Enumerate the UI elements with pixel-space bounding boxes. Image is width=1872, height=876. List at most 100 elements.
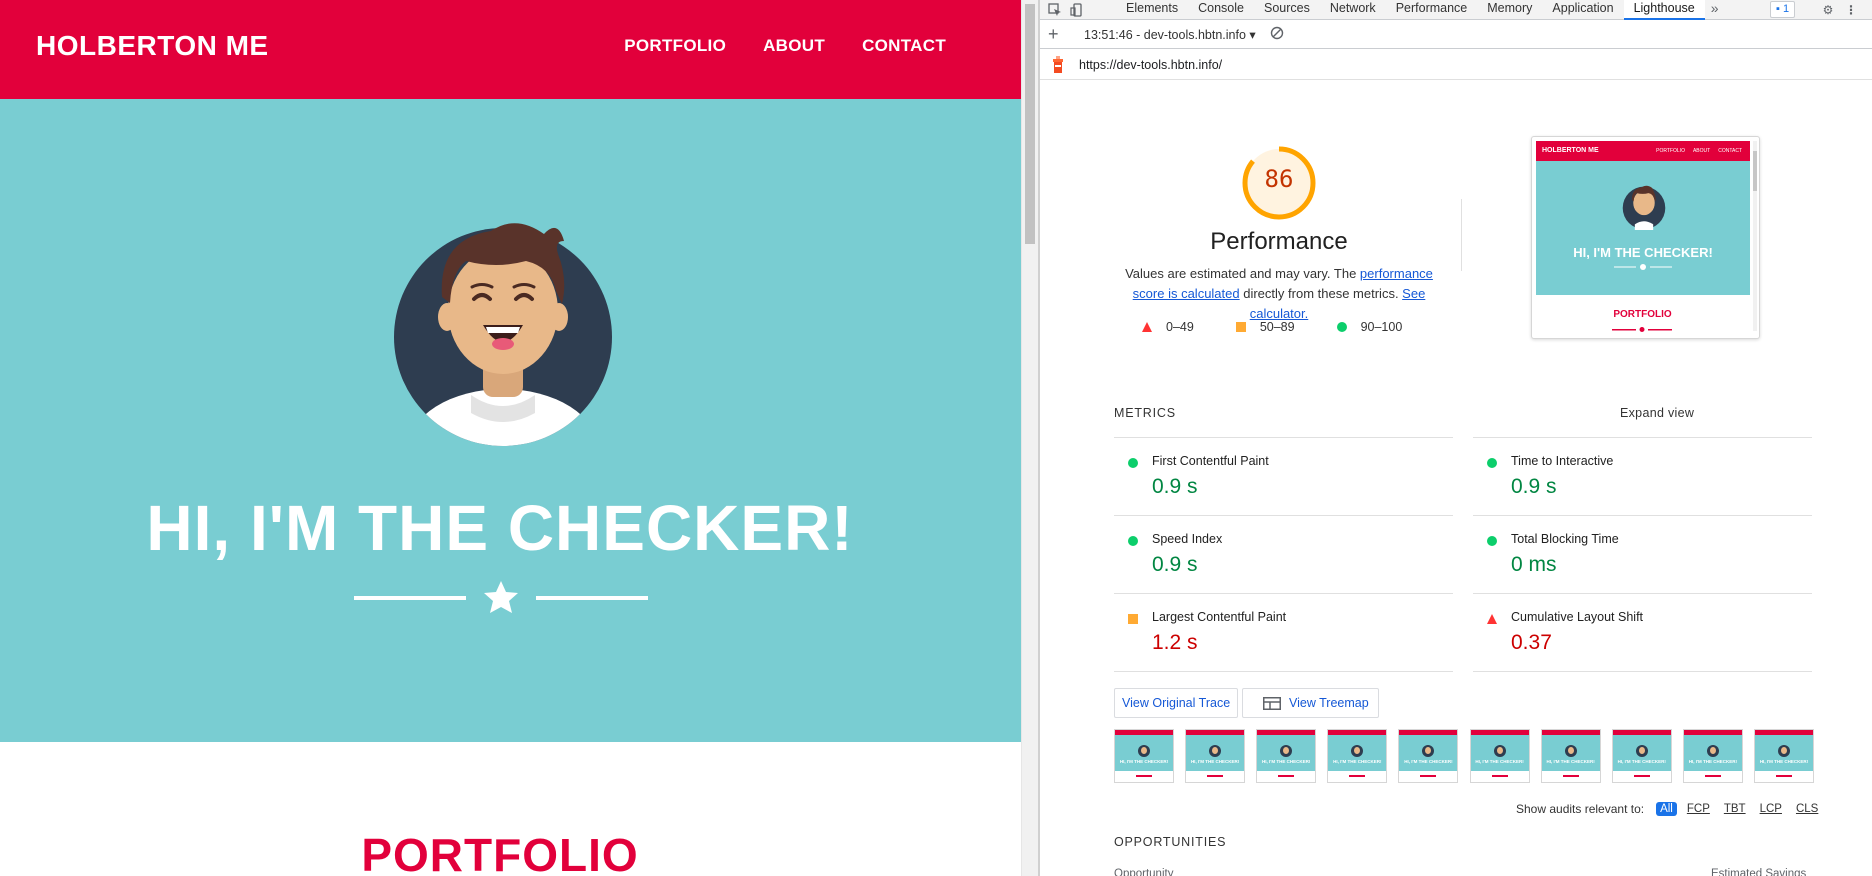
tab-elements[interactable]: Elements [1116, 0, 1188, 20]
filter-cls[interactable]: CLS [1792, 802, 1822, 816]
frame-hero: HI, I'M THE CHECKER! [1683, 735, 1742, 771]
site-nav-links: PORTFOLIO ABOUT CONTACT [624, 36, 946, 56]
frame-title: HI, I'M THE CHECKER! [1475, 759, 1524, 764]
thumb-star-divider [1614, 264, 1672, 270]
frame-hero: HI, I'M THE CHECKER! [1541, 735, 1600, 771]
final-screenshot[interactable]: HOLBERTON ME PORTFOLIO ABOUT CONTACT HI,… [1531, 136, 1760, 339]
thumb-hero: HI, I'M THE CHECKER! [1536, 161, 1750, 295]
filmstrip-frame: HI, I'M THE CHECKER! [1682, 729, 1743, 783]
tab-console[interactable]: Console [1188, 0, 1254, 20]
frame-portfolio [1704, 775, 1721, 777]
filmstrip-frame: HI, I'M THE CHECKER! [1327, 729, 1388, 783]
site-brand[interactable]: HOLBERTON ME [36, 30, 269, 62]
frame-title: HI, I'M THE CHECKER! [1333, 759, 1382, 764]
metric-tti: Time to Interactive 0.9 s [1473, 437, 1812, 515]
tab-network[interactable]: Network [1320, 0, 1386, 20]
star-divider [354, 581, 648, 613]
star-icon [484, 581, 518, 613]
thumb-scrollbar [1753, 141, 1757, 331]
view-original-trace-button[interactable]: View Original Trace [1114, 688, 1239, 718]
more-tabs-icon[interactable]: » [1705, 0, 1725, 20]
filmstrip-frame: HI, I'M THE CHECKER! [1753, 729, 1814, 783]
avatar-illustration [394, 223, 612, 446]
frame-portfolio [1420, 775, 1437, 777]
scrollbar-thumb[interactable] [1025, 4, 1035, 244]
add-report-icon[interactable]: + [1048, 23, 1059, 45]
view-treemap-button[interactable]: View Treemap [1242, 688, 1379, 718]
frame-hero: HI, I'M THE CHECKER! [1612, 735, 1671, 771]
performance-score: 86 [1264, 165, 1294, 193]
frame-portfolio [1775, 775, 1792, 777]
thumb-link: ABOUT [1692, 148, 1711, 154]
frame-portfolio [1633, 775, 1650, 777]
thumb-link: PORTFOLIO [1656, 148, 1685, 154]
site-navbar: HOLBERTON ME PORTFOLIO ABOUT CONTACT [0, 0, 1021, 99]
fail-triangle-icon [1487, 614, 1497, 624]
frame-hero: HI, I'M THE CHECKER! [1754, 735, 1813, 771]
frame-portfolio [1491, 775, 1508, 777]
pass-circle-icon [1487, 458, 1497, 468]
gauge-separator [1461, 199, 1462, 271]
hero-title: HI, I'M THE CHECKER! [146, 492, 854, 564]
legend-average-range: 50–89 [1259, 320, 1295, 334]
metric-value: 0.9 s [1511, 475, 1557, 498]
nav-link-portfolio[interactable]: PORTFOLIO [624, 36, 726, 56]
tab-memory[interactable]: Memory [1477, 0, 1542, 20]
issues-badge[interactable]: ▪ 1 [1770, 1, 1796, 18]
filmstrip-frame: HI, I'M THE CHECKER! [1256, 729, 1317, 783]
website-viewport: HOLBERTON ME PORTFOLIO ABOUT CONTACT HI,… [0, 0, 1021, 876]
inspect-element-icon[interactable] [1044, 0, 1066, 20]
thumb-portfolio-divider [1612, 327, 1672, 332]
metric-value: 0 ms [1511, 553, 1557, 576]
frame-portfolio [1349, 775, 1366, 777]
devtools-panel: Elements Console Sources Network Perform… [1040, 0, 1872, 876]
chat-icon: ▪ [1776, 3, 1780, 15]
metric-label: First Contentful Paint [1152, 454, 1269, 468]
frame-title: HI, I'M THE CHECKER! [1119, 759, 1169, 764]
kebab-menu-icon[interactable]: ⋮ [1840, 0, 1862, 20]
thumb-brand: HOLBERTON ME [1542, 147, 1599, 154]
filter-all[interactable]: All [1656, 802, 1677, 816]
tab-application[interactable]: Application [1542, 0, 1623, 20]
category-title: Performance [1210, 228, 1348, 255]
filter-fcp[interactable]: FCP [1683, 802, 1714, 816]
frame-title: HI, I'M THE CHECKER! [1190, 759, 1240, 764]
lighthouse-report: 86 Performance Values are estimated and … [1040, 81, 1872, 876]
square-icon [1235, 322, 1246, 332]
clear-icon[interactable] [1270, 26, 1284, 40]
report-url[interactable]: https://dev-tools.hbtn.info/ [1079, 58, 1222, 72]
frame-avatar [1564, 745, 1577, 757]
metric-fcp: First Contentful Paint 0.9 s [1114, 437, 1453, 515]
legend-average: 50–89 [1235, 320, 1295, 334]
device-toolbar-icon[interactable] [1066, 0, 1088, 20]
metric-label: Largest Contentful Paint [1152, 610, 1287, 624]
portfolio-heading: PORTFOLIO [361, 829, 639, 876]
gear-icon[interactable]: ⚙ [1817, 0, 1839, 20]
issues-count: 1 [1782, 3, 1790, 15]
page-scrollbar[interactable] [1021, 0, 1038, 876]
opportunity-column-header: Opportunity [1114, 868, 1174, 876]
thumb-navbar: HOLBERTON ME PORTFOLIO ABOUT CONTACT [1536, 141, 1750, 161]
expand-view-toggle[interactable]: Expand view [1620, 406, 1694, 420]
frame-hero: HI, I'M THE CHECKER! [1115, 735, 1173, 771]
thumb-title: HI, I'M THE CHECKER! [1573, 245, 1713, 260]
estimated-savings-column-header: Estimated Savings [1711, 868, 1807, 876]
nav-link-contact[interactable]: CONTACT [862, 36, 946, 56]
thumb-portfolio: PORTFOLIO [1613, 309, 1672, 320]
tab-sources[interactable]: Sources [1254, 0, 1320, 20]
frame-title: HI, I'M THE CHECKER! [1546, 759, 1595, 764]
frame-title: HI, I'M THE CHECKER! [1262, 759, 1311, 764]
report-url-bar: https://dev-tools.hbtn.info/ [1040, 50, 1872, 80]
lighthouse-toolbar: + 13:51:46 - dev-tools.hbtn.info ▾ [1040, 21, 1872, 49]
metrics-header: METRICS [1114, 406, 1176, 420]
filter-lcp[interactable]: LCP [1756, 802, 1786, 816]
hero-section: HI, I'M THE CHECKER! [0, 99, 1021, 742]
nav-link-about[interactable]: ABOUT [763, 36, 825, 56]
report-select[interactable]: 13:51:46 - dev-tools.hbtn.info ▾ [1084, 27, 1256, 42]
metric-lcp: Largest Contentful Paint 1.2 s [1114, 593, 1453, 671]
tab-performance[interactable]: Performance [1386, 0, 1478, 20]
filter-tbt[interactable]: TBT [1720, 802, 1750, 816]
legend-fail-range: 0–49 [1166, 320, 1194, 334]
audit-filter-label: Show audits relevant to: [1516, 802, 1645, 816]
tab-lighthouse[interactable]: Lighthouse [1623, 0, 1705, 20]
